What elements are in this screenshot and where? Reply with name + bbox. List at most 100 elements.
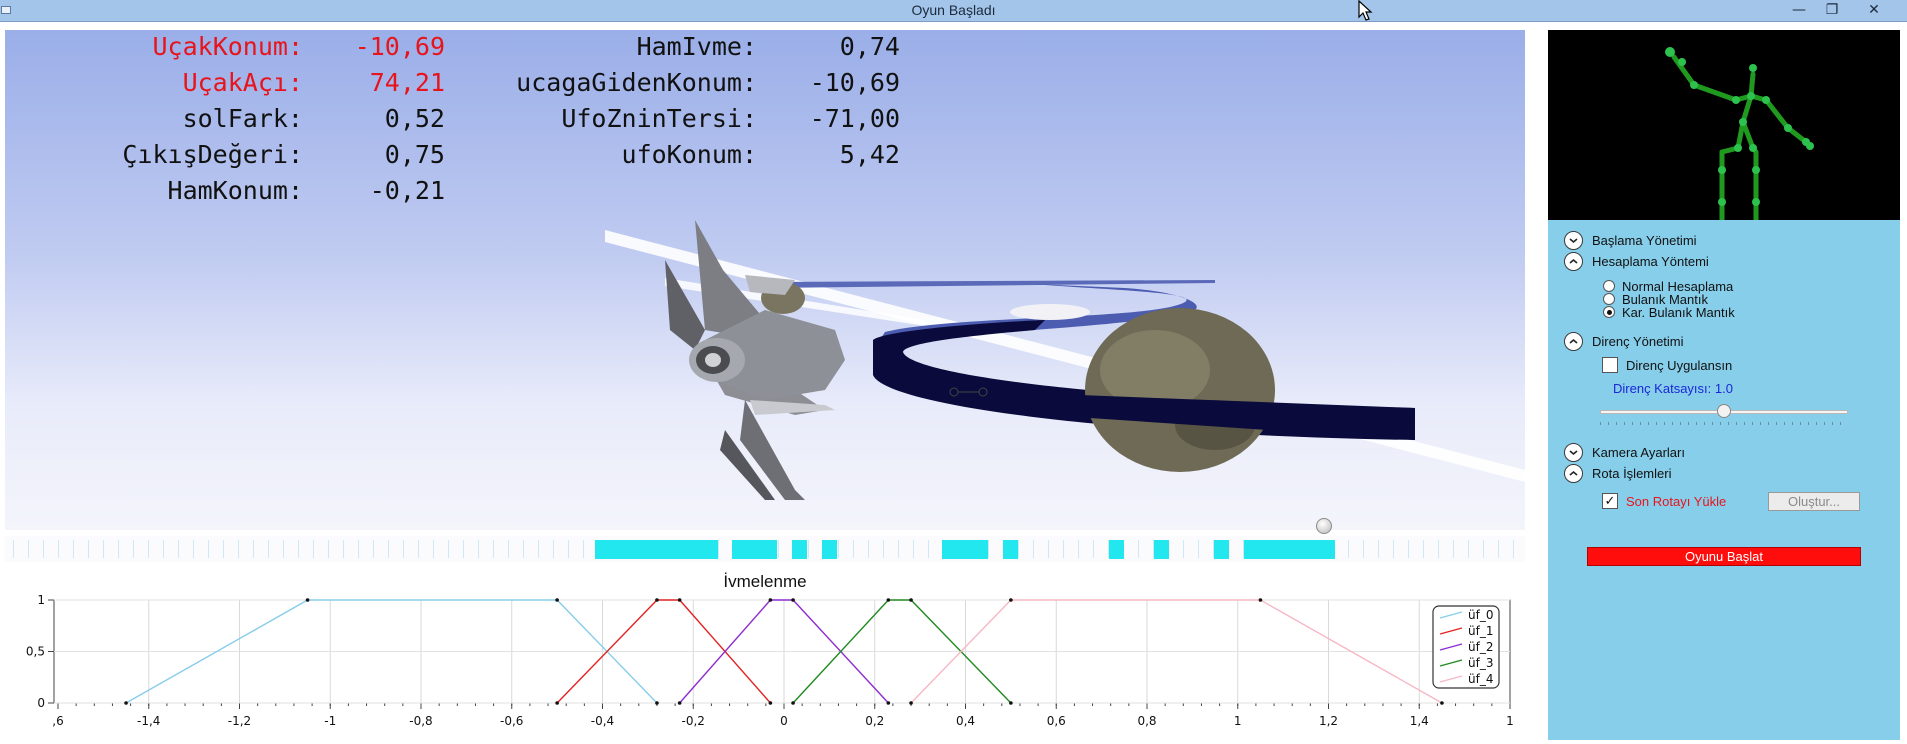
timeline-segment[interactable] (1214, 540, 1229, 559)
section-rota[interactable]: Rota İşlemleri (1564, 463, 1671, 483)
timeline-tick (28, 540, 29, 558)
timeline-tick (1093, 540, 1094, 558)
chevron-up-icon (1564, 331, 1583, 351)
slider-ticks (1600, 422, 1848, 425)
timeline-tick (493, 540, 494, 558)
direnc-katsayisi-label: Direnç Katsayısı: 1.0 (1613, 381, 1733, 396)
timeline-tick (553, 540, 554, 558)
hud-row: HamIvme: 0,74 (450, 32, 900, 62)
timeline-tick (1198, 540, 1199, 558)
x-tick-label: 0,8 (1137, 714, 1156, 728)
timeline-tick (73, 540, 74, 558)
timeline-segment[interactable] (1109, 540, 1124, 559)
direnc-checkbox[interactable] (1602, 357, 1618, 373)
checkbox-label: Son Rotayı Yükle (1626, 493, 1727, 509)
timeline-tick (268, 540, 269, 558)
timeline-tick (1453, 540, 1454, 558)
section-direnc[interactable]: Direnç Yönetimi (1564, 331, 1684, 351)
hud-row: ufoKonum: 5,42 (450, 140, 900, 170)
hud-right: HamIvme: 0,74 ucagaGidenKonum: -10,69 Uf… (450, 32, 900, 172)
radio-button-selected[interactable] (1603, 306, 1615, 318)
timeline-slider-thumb[interactable] (1316, 518, 1332, 534)
hud-left: UçakKonum: -10,69 UçakAçı: 74,21 solFark… (5, 32, 445, 205)
hud-value: -0,21 (369, 176, 445, 205)
olustur-button[interactable]: Oluştur... (1768, 492, 1860, 511)
timeline-tick (328, 540, 329, 558)
section-baslama[interactable]: Başlama Yönetimi (1564, 230, 1697, 250)
timeline-segment[interactable] (732, 540, 777, 559)
timeline-tick (13, 540, 14, 558)
x-tick-label: 0,2 (865, 714, 884, 728)
rota-checkbox-row[interactable]: ✓ Son Rotayı Yükle (1602, 493, 1726, 509)
radio-button[interactable] (1603, 280, 1615, 292)
timeline-segment[interactable] (822, 540, 837, 559)
rota-checkbox-checked[interactable]: ✓ (1602, 493, 1618, 509)
timeline-tick (133, 540, 134, 558)
series-point (791, 701, 795, 705)
legend-label: üf_3 (1468, 656, 1493, 670)
direnc-slider[interactable] (1600, 402, 1848, 426)
hud-row: ÇıkışDeğeri: 0,75 (5, 140, 445, 170)
timeline-tick (1513, 540, 1514, 558)
timeline-segment[interactable] (1154, 540, 1169, 559)
timeline-tick (478, 540, 479, 558)
radio-kar-bulanik-mantik[interactable]: Kar. Bulanık Mantık (1603, 305, 1735, 320)
timeline-tick (448, 540, 449, 558)
legend-label: üf_1 (1468, 624, 1493, 638)
timeline-tick (433, 540, 434, 558)
timeline-segment[interactable] (1003, 540, 1018, 559)
timeline-tick (523, 540, 524, 558)
hud-value: -71,00 (809, 104, 900, 133)
timeline-tick (238, 540, 239, 558)
timeline-tick (1498, 540, 1499, 558)
radio-button[interactable] (1603, 293, 1615, 305)
direnc-checkbox-row[interactable]: Direnç Uygulansın (1602, 357, 1732, 373)
game-viewport[interactable]: UçakKonum: -10,69 UçakAçı: 74,21 solFark… (5, 30, 1525, 530)
start-game-button[interactable]: Oyunu Başlat (1587, 547, 1861, 566)
section-label: Kamera Ayarları (1592, 444, 1685, 460)
legend-label: üf_4 (1468, 672, 1493, 686)
timeline-segment[interactable] (792, 540, 807, 559)
title-bar: Oyun Başladı — ❐ ✕ (0, 0, 1907, 22)
mouse-cursor-icon (1358, 0, 1373, 21)
timeline-tick (253, 540, 254, 558)
y-tick-label: 1 (37, 593, 45, 607)
timeline-tick (1183, 540, 1184, 558)
timeline-tick (1033, 540, 1034, 558)
section-kamera[interactable]: Kamera Ayarları (1564, 442, 1685, 462)
membership-chart: ,6 -1,4 -1,2 -1 -0,8 -0,6 -0,4 -0,2 0 0,2 0,4 0,6 0,… (26, 593, 1514, 728)
hud-label: ufoKonum: (621, 140, 757, 169)
timeline-tick (1468, 540, 1469, 558)
hud-value: 0,74 (839, 32, 900, 61)
timeline-tick (1423, 540, 1424, 558)
hud-label: UfoZninTersi: (561, 104, 757, 133)
hud-label: solFark: (182, 104, 303, 133)
ufo (1010, 304, 1090, 320)
close-button[interactable]: ✕ (1859, 0, 1889, 20)
timeline-tick (193, 540, 194, 558)
minimize-button[interactable]: — (1784, 0, 1814, 20)
series-point (768, 701, 773, 705)
chevron-down-icon (1564, 230, 1583, 250)
window-title: Oyun Başladı (911, 2, 996, 18)
maximize-button[interactable]: ❐ (1817, 0, 1847, 20)
series-point (886, 598, 891, 602)
timeline-tick (1363, 540, 1364, 558)
x-tick-label: 0,6 (1047, 714, 1066, 728)
timeline-tick (1018, 540, 1019, 558)
x-tick-label: 1,2 (1319, 714, 1338, 728)
timeline-tick (103, 540, 104, 558)
slider-thumb[interactable] (1717, 404, 1731, 418)
section-hesaplama[interactable]: Hesaplama Yöntemi (1564, 251, 1709, 271)
series-point (677, 701, 682, 705)
timeline-segment[interactable] (1244, 540, 1335, 559)
series-point (655, 598, 659, 602)
route-timeline[interactable] (5, 536, 1525, 562)
timeline-tick (718, 540, 719, 558)
timeline-tick (838, 540, 839, 558)
timeline-segment[interactable] (942, 540, 988, 559)
series-point (909, 701, 913, 705)
timeline-segment[interactable] (595, 540, 718, 559)
timeline-tick (118, 540, 119, 558)
route-ribbon-top (760, 280, 1215, 288)
